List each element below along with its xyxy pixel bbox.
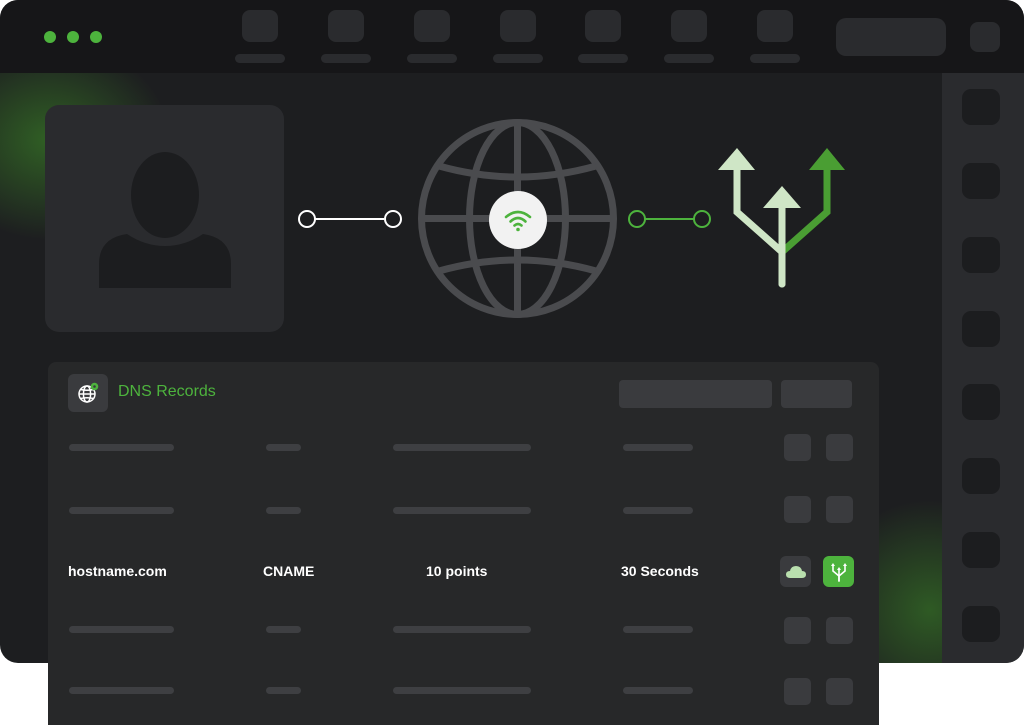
cell-placeholder xyxy=(69,507,174,514)
cell-placeholder xyxy=(623,687,693,694)
connector-line xyxy=(628,210,711,228)
row-action-placeholder[interactable] xyxy=(784,496,811,523)
panel-title-icon xyxy=(68,374,108,412)
toolbar-icon-placeholder[interactable] xyxy=(757,10,793,42)
row-action-placeholder[interactable] xyxy=(826,678,853,705)
sidebar-item-placeholder[interactable] xyxy=(962,163,1000,199)
toolbar-icon-placeholder[interactable] xyxy=(242,10,278,42)
user-card xyxy=(45,105,284,332)
sidebar-item-placeholder[interactable] xyxy=(962,532,1000,568)
dns-records-panel: DNS Records hostname.com CNAME 10 points… xyxy=(48,362,879,725)
cell-placeholder xyxy=(69,626,174,633)
cell-placeholder xyxy=(266,626,301,633)
cell-placeholder xyxy=(623,626,693,633)
cell-placeholder xyxy=(393,444,531,451)
record-type: CNAME xyxy=(263,563,315,579)
cell-placeholder xyxy=(266,687,301,694)
sidebar-item-placeholder[interactable] xyxy=(962,384,1000,420)
row-action-placeholder[interactable] xyxy=(784,434,811,461)
cloud-button[interactable] xyxy=(780,556,811,587)
cell-placeholder xyxy=(393,626,531,633)
toolbar-label-placeholder xyxy=(321,54,371,63)
row-action-placeholder[interactable] xyxy=(826,434,853,461)
toolbar-label-placeholder xyxy=(235,54,285,63)
row-action-placeholder[interactable] xyxy=(826,496,853,523)
toolbar-icon-placeholder[interactable] xyxy=(500,10,536,42)
split-arrows-icon xyxy=(830,562,847,582)
search-placeholder[interactable] xyxy=(836,18,946,56)
toolbar-label-placeholder xyxy=(664,54,714,63)
toolbar-label-placeholder xyxy=(493,54,543,63)
row-action-placeholder[interactable] xyxy=(784,678,811,705)
toolbar-label-placeholder xyxy=(407,54,457,63)
panel-title: DNS Records xyxy=(118,383,216,400)
user-silhouette-icon xyxy=(99,152,231,288)
toolbar-icon-placeholder[interactable] xyxy=(414,10,450,42)
cell-placeholder xyxy=(393,507,531,514)
toolbar-icon-placeholder[interactable] xyxy=(671,10,707,42)
split-route-button[interactable] xyxy=(823,556,854,587)
record-ttl: 30 Seconds xyxy=(621,563,699,579)
header-control-placeholder[interactable] xyxy=(619,380,772,408)
window-dot[interactable] xyxy=(90,31,102,43)
sidebar-item-placeholder[interactable] xyxy=(962,311,1000,347)
record-value: 10 points xyxy=(426,563,488,579)
window-dot[interactable] xyxy=(44,31,56,43)
sidebar-item-placeholder[interactable] xyxy=(962,458,1000,494)
toolbar-label-placeholder xyxy=(578,54,628,63)
cloud-icon xyxy=(785,565,806,578)
cell-placeholder xyxy=(266,507,301,514)
cell-placeholder xyxy=(623,507,693,514)
cell-placeholder xyxy=(69,444,174,451)
sidebar-item-placeholder[interactable] xyxy=(962,237,1000,273)
row-action-placeholder[interactable] xyxy=(826,617,853,644)
cell-placeholder xyxy=(623,444,693,451)
row-action-placeholder[interactable] xyxy=(784,617,811,644)
toolbar-icon-placeholder[interactable] xyxy=(585,10,621,42)
toolbar-icon-placeholder[interactable] xyxy=(328,10,364,42)
connector-line xyxy=(298,210,402,228)
window-dot[interactable] xyxy=(67,31,79,43)
cell-placeholder xyxy=(393,687,531,694)
sidebar-item-placeholder[interactable] xyxy=(962,89,1000,125)
split-arrows-icon xyxy=(718,148,845,288)
wifi-icon xyxy=(504,210,532,232)
top-toolbar xyxy=(0,0,1024,73)
menu-button-placeholder[interactable] xyxy=(970,22,1000,52)
right-sidebar xyxy=(942,73,1024,663)
sidebar-item-placeholder[interactable] xyxy=(962,606,1000,642)
globe-settings-icon xyxy=(78,382,99,403)
toolbar-label-placeholder xyxy=(750,54,800,63)
wifi-badge xyxy=(489,191,547,249)
record-host: hostname.com xyxy=(68,563,167,579)
cell-placeholder xyxy=(69,687,174,694)
header-control-placeholder[interactable] xyxy=(781,380,852,408)
cell-placeholder xyxy=(266,444,301,451)
